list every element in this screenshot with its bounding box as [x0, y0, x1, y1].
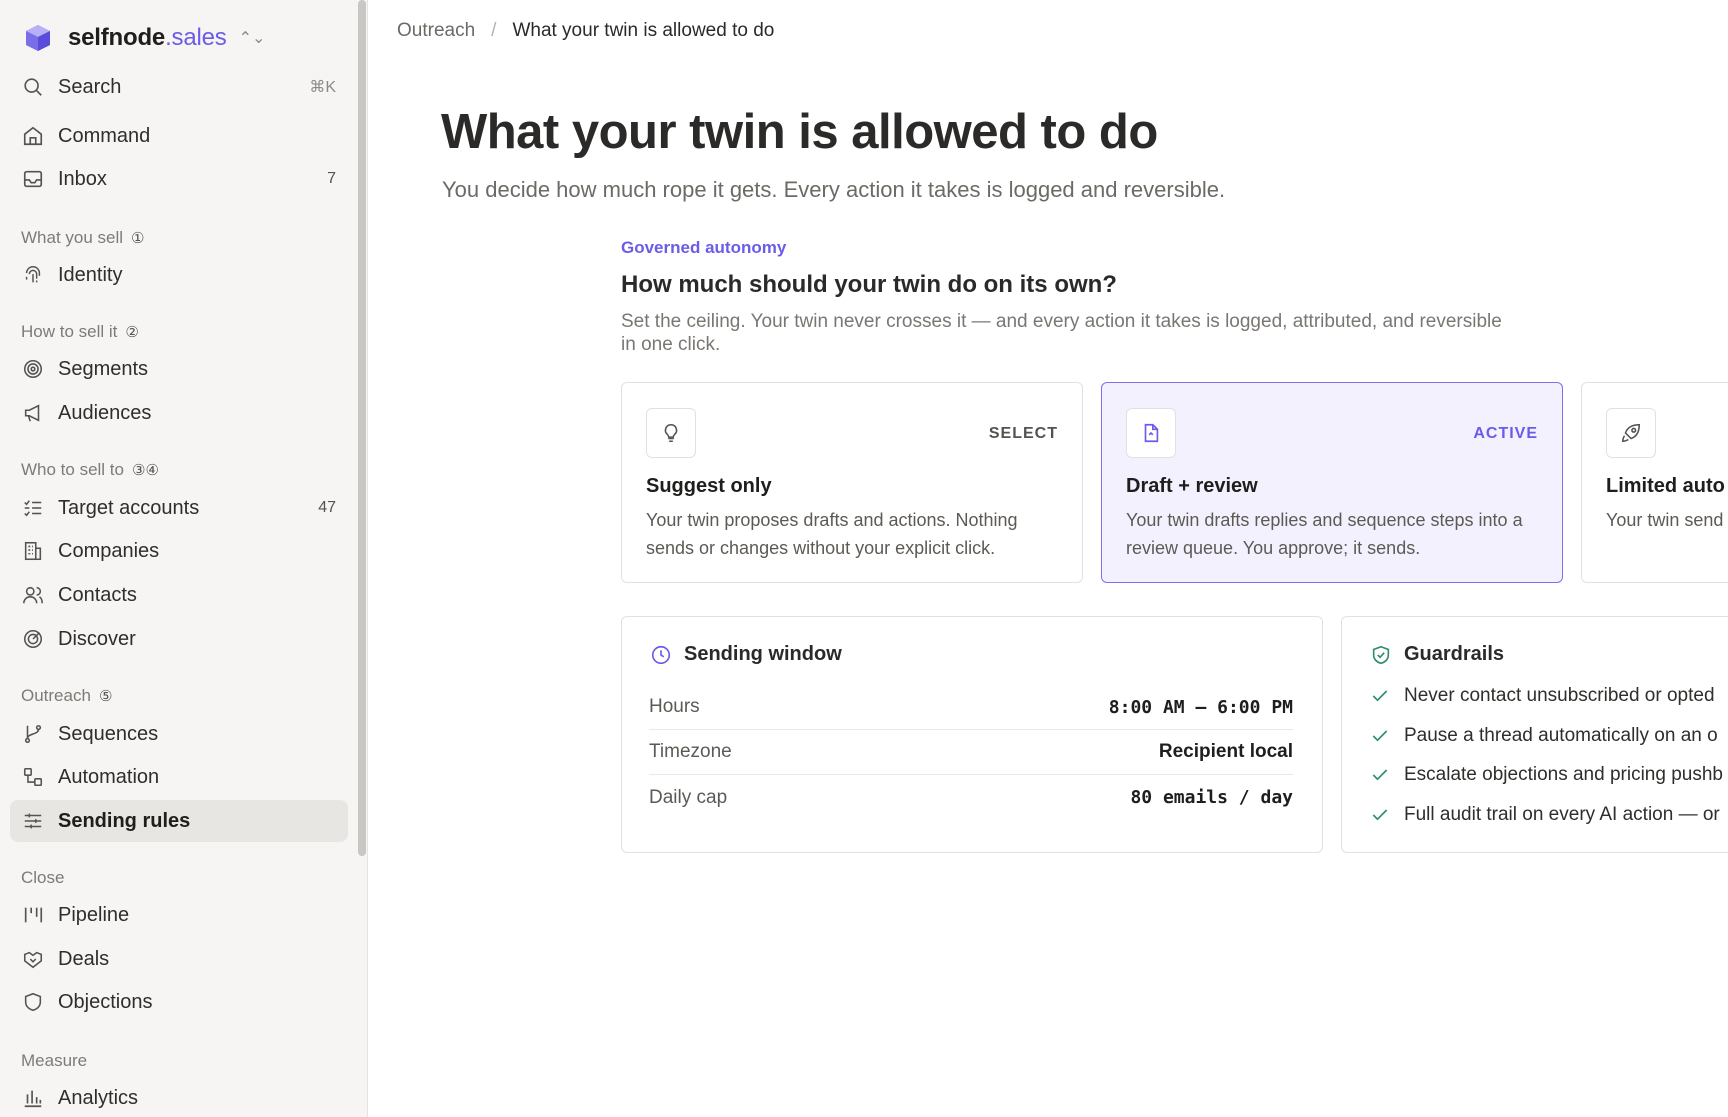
bar-chart-icon — [24, 1090, 42, 1108]
breadcrumb-outreach-link[interactable]: Outreach — [397, 20, 475, 42]
section-label-measure: Measure — [21, 1051, 88, 1070]
guardrails-panel: Guardrails Never contact unsubscribed or… — [1341, 616, 1728, 853]
guardrail-item: Pause a thread automatically on an o — [1370, 725, 1718, 747]
home-icon — [23, 126, 43, 146]
guardrail-item: Escalate objections and pricing pushb — [1370, 764, 1723, 786]
breadcrumb-current: What your twin is allowed to do — [512, 20, 775, 41]
sliders-icon — [24, 813, 42, 829]
shield-check-icon — [1372, 645, 1390, 664]
mode-title: Draft + review — [1126, 475, 1258, 497]
section-label-close: Close — [21, 868, 65, 887]
mode-description: Your twin send — but only insi — [1606, 510, 1728, 530]
mode-card-limited-auto[interactable]: Limited auto Your twin send — but only i… — [1581, 382, 1728, 583]
sidebar-item-segments[interactable]: Segments — [10, 348, 348, 390]
search-icon — [24, 78, 42, 96]
checklist-icon — [24, 500, 42, 517]
guardrail-item: Never contact unsubscribed or opted — [1370, 685, 1715, 707]
page-title: What your twin is allowed to do — [441, 105, 1158, 159]
mode-card-suggest-only[interactable]: SELECT Suggest only Your twin proposes d… — [621, 382, 1083, 583]
shield-icon — [24, 992, 42, 1012]
sidebar-item-contacts[interactable]: Contacts — [10, 574, 348, 616]
chevron-up-down-icon: ⌃⌄ — [238, 30, 266, 47]
section-label-how-to-sell: How to sell it ② — [21, 322, 139, 341]
handshake-icon — [23, 951, 43, 969]
sidebar-item-automation[interactable]: Automation — [10, 756, 348, 798]
check-icon — [1372, 809, 1388, 821]
inbox-icon — [23, 170, 43, 188]
search-button[interactable]: Search ⌘K — [10, 66, 348, 108]
fingerprint-icon — [25, 266, 41, 283]
kanban-icon — [24, 907, 43, 923]
breadcrumb: Outreach / What your twin is allowed to … — [397, 18, 774, 44]
sidebar-item-pipeline[interactable]: Pipeline — [10, 894, 348, 936]
breadcrumb-separator: / — [491, 20, 497, 41]
sending-window-panel: Sending window Hours 8:00 AM – 6:00 PM T… — [621, 616, 1323, 853]
clock-icon — [651, 645, 671, 664]
lightbulb-icon — [646, 408, 696, 458]
section-label-what-you-sell: What you sell ① — [21, 228, 145, 247]
mode-select-button[interactable]: SELECT — [989, 425, 1058, 443]
sending-window-row-daily-cap: Daily cap 80 emails / day — [649, 786, 1293, 809]
guardrail-item: Full audit trail on every AI action — or — [1370, 804, 1720, 826]
sending-window-row-timezone: Timezone Recipient local — [649, 730, 1293, 775]
megaphone-icon — [24, 404, 40, 422]
check-icon — [1372, 730, 1388, 742]
sidebar-item-analytics[interactable]: Analytics — [10, 1077, 348, 1117]
mode-card-draft-review[interactable]: ACTIVE Draft + review Your twin drafts r… — [1101, 382, 1563, 583]
sidebar-item-target-accounts[interactable]: Target accounts 47 — [10, 487, 348, 529]
mode-title: Suggest only — [646, 475, 772, 497]
sidebar-item-command[interactable]: Command — [10, 115, 348, 157]
sidebar-item-sequences[interactable]: Sequences — [10, 713, 348, 755]
users-icon — [23, 586, 43, 604]
sidebar-item-audiences[interactable]: Audiences — [10, 392, 348, 434]
autonomy-description: Set the ceiling. Your twin never crosses… — [621, 311, 1502, 355]
autonomy-eyebrow: Governed autonomy — [621, 238, 787, 257]
sidebar-item-discover[interactable]: Discover — [10, 618, 348, 660]
guardrails-heading: Guardrails — [1370, 643, 1504, 666]
sidebar-item-deals[interactable]: Deals — [10, 938, 348, 980]
brand-name: selfnode.sales — [68, 24, 227, 51]
search-shortcut: ⌘K — [309, 79, 336, 96]
workflow-icon — [23, 767, 43, 787]
mode-title: Limited auto — [1606, 475, 1725, 497]
target-accounts-count: 47 — [318, 499, 336, 516]
sidebar-item-identity[interactable]: Identity — [10, 254, 348, 296]
building-icon — [24, 541, 42, 561]
check-icon — [1372, 769, 1388, 781]
git-branch-icon — [24, 724, 42, 744]
section-label-who-to-sell: Who to sell to ③④ — [21, 460, 159, 479]
page-subtitle: You decide how much rope it gets. Every … — [442, 177, 1226, 202]
check-icon — [1372, 690, 1388, 702]
rocket-icon — [1606, 408, 1656, 458]
file-icon — [1126, 408, 1176, 458]
sending-window-row-hours: Hours 8:00 AM – 6:00 PM — [649, 685, 1293, 730]
sidebar-item-companies[interactable]: Companies — [10, 530, 348, 572]
sidebar-item-sending-rules[interactable]: Sending rules — [10, 800, 348, 842]
autonomy-title: How much should your twin do on its own? — [621, 271, 1117, 298]
inbox-count: 7 — [327, 170, 336, 187]
mode-active-badge: ACTIVE — [1473, 425, 1538, 442]
radar-icon — [23, 629, 43, 649]
workspace-switcher[interactable]: selfnode.sales ⌃⌄ — [22, 20, 265, 56]
mode-description: Your twin drafts replies and sequence st… — [1126, 510, 1523, 558]
target-icon — [23, 359, 43, 379]
sidebar-item-objections[interactable]: Objections — [10, 981, 348, 1023]
sidebar-item-inbox[interactable]: Inbox 7 — [10, 158, 348, 200]
sidebar: selfnode.sales ⌃⌄ Search ⌘K Command Inbo… — [0, 0, 368, 1117]
section-label-outreach: Outreach ⑤ — [21, 686, 113, 705]
mode-description: Your twin proposes drafts and actions. N… — [646, 510, 1018, 558]
sending-window-heading: Sending window — [650, 643, 842, 666]
sidebar-scrollbar[interactable] — [358, 0, 366, 856]
cube-logo-icon — [26, 25, 50, 51]
